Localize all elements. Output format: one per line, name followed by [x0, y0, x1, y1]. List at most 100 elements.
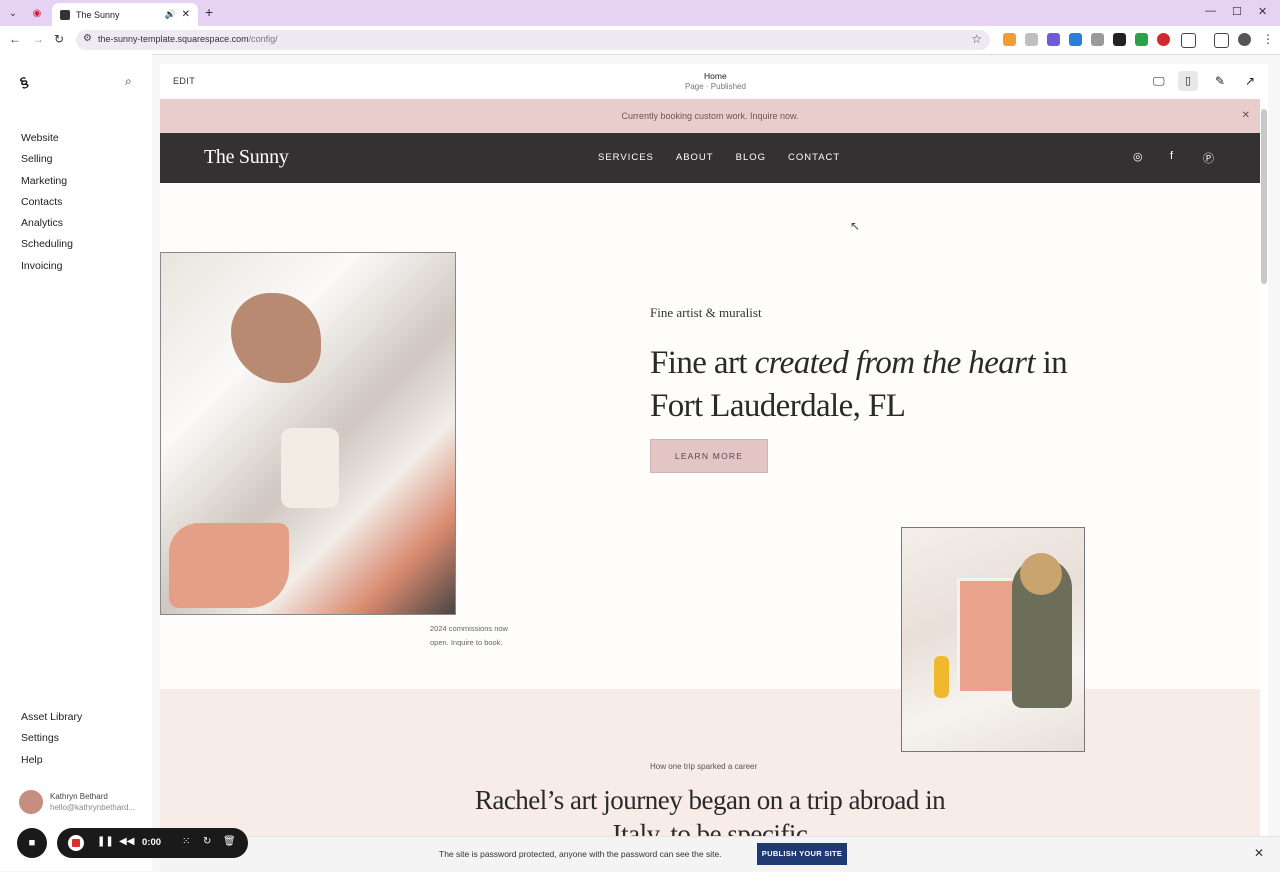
puzzle-icon[interactable] — [1181, 33, 1196, 48]
nav-item-asset-library[interactable]: Asset Library — [21, 710, 82, 731]
extension-icon[interactable] — [1003, 33, 1016, 46]
bottom-nav: Asset Library Settings Help — [21, 710, 82, 774]
announcement-text: Currently booking custom work. Inquire n… — [621, 111, 799, 121]
nav-item-settings[interactable]: Settings — [21, 731, 82, 752]
nav-item-website[interactable]: Website — [21, 131, 73, 152]
facebook-icon[interactable]: f — [1170, 150, 1173, 162]
back-icon[interactable]: ← — [9, 32, 21, 46]
nav-item-invoicing[interactable]: Invoicing — [21, 259, 73, 280]
maximize-icon[interactable]: ☐ — [1232, 5, 1242, 18]
profile-avatar-icon[interactable] — [1238, 33, 1251, 46]
password-banner: The site is password protected, anyone w… — [160, 836, 1280, 872]
hero-text-italic: created from the heart — [754, 345, 1036, 381]
grid-icon[interactable]: ⁙ — [182, 836, 190, 847]
publish-site-button[interactable]: PUBLISH YOUR SITE — [757, 843, 847, 865]
scrollbar-thumb[interactable] — [1261, 109, 1267, 284]
nav-item-selling[interactable]: Selling — [21, 152, 73, 173]
pinterest-icon[interactable]: Ⓟ — [1203, 150, 1214, 166]
site-nav: SERVICES ABOUT BLOG CONTACT — [598, 152, 862, 163]
pause-icon[interactable]: ❚❚ — [97, 836, 114, 847]
stop-recording-button[interactable] — [68, 835, 84, 851]
image-caption: 2024 commissions now open. Inquire to bo… — [430, 622, 530, 650]
recording-timer: 0:00 — [142, 837, 162, 848]
instagram-icon[interactable]: ◎ — [1133, 150, 1143, 163]
artist-painting-image[interactable] — [901, 527, 1085, 752]
tab-favicon-icon — [60, 9, 70, 20]
editor-toolbar: EDIT Home Page · Published 🖵 ▯ ✎ ↗ — [160, 64, 1268, 99]
camera-icon[interactable]: ■ — [17, 828, 47, 858]
avatar — [19, 790, 43, 814]
user-name: Kathryn Bethard — [50, 792, 108, 801]
browser-tab-bar: ⌄ ◉ The Sunny 🔊 ✕ + — ☐ ✕ — [0, 0, 1280, 26]
site-preview: Currently booking custom work. Inquire n… — [160, 99, 1260, 871]
hero-eyebrow: Fine artist & muralist — [650, 305, 762, 320]
extension-icon[interactable] — [1113, 33, 1126, 46]
page-status: Page · Published — [685, 82, 746, 91]
url-host: the-sunny-template.squarespace.com — [98, 34, 249, 44]
hero-image-painting-hands[interactable] — [160, 252, 456, 615]
caption-line: 2024 commissions now — [430, 624, 508, 633]
more-menu-icon[interactable]: ⋮ — [1262, 32, 1274, 46]
nav-item-scheduling[interactable]: Scheduling — [21, 237, 73, 258]
nav-item-contacts[interactable]: Contacts — [21, 195, 73, 216]
extension-icon[interactable] — [1047, 33, 1060, 46]
restart-icon[interactable]: ↻ — [203, 836, 211, 847]
nav-item-help[interactable]: Help — [21, 753, 82, 774]
star-icon[interactable]: ☆ — [971, 32, 982, 46]
squarespace-logo-icon[interactable]: § — [17, 73, 30, 91]
mobile-view-icon[interactable]: ▯ — [1178, 71, 1198, 91]
desktop-view-icon[interactable]: 🖵 — [1153, 74, 1165, 89]
user-email: hello@kathrynbethard... — [50, 803, 136, 812]
extension-icon[interactable] — [1069, 33, 1082, 46]
close-icon[interactable]: ✕ — [1254, 846, 1264, 860]
password-banner-text: The site is password protected, anyone w… — [439, 849, 722, 859]
record-icon[interactable]: ◉ — [28, 4, 46, 22]
chevron-down-icon[interactable]: ⌄ — [4, 4, 22, 22]
site-styles-icon[interactable]: ✎ — [1215, 74, 1225, 88]
site-nav-blog[interactable]: BLOG — [736, 152, 766, 163]
close-icon[interactable]: ✕ — [1242, 99, 1250, 133]
reload-icon[interactable]: ↻ — [54, 32, 64, 46]
hero-heading: Fine art created from the heart in Fort … — [650, 342, 1070, 428]
browser-tab[interactable]: The Sunny 🔊 ✕ — [52, 3, 198, 26]
side-panel-icon[interactable] — [1214, 33, 1229, 48]
search-icon[interactable]: ⌕ — [125, 74, 132, 89]
close-window-icon[interactable]: ✕ — [1258, 5, 1267, 18]
extension-icon[interactable] — [1025, 33, 1038, 46]
image-detail — [231, 293, 321, 383]
url-input[interactable]: ⚙ the-sunny-template.squarespace.com/con… — [76, 30, 990, 50]
site-info-icon[interactable]: ⚙ — [83, 33, 92, 44]
image-detail — [1020, 553, 1062, 595]
plus-icon[interactable]: + — [205, 4, 213, 20]
image-detail — [281, 428, 339, 508]
learn-more-button[interactable]: LEARN MORE — [650, 439, 768, 473]
minimize-icon[interactable]: — — [1205, 5, 1216, 17]
scrollbar[interactable] — [1260, 99, 1268, 871]
page-title[interactable]: Home — [704, 71, 727, 81]
rewind-icon[interactable]: ◀◀ — [119, 836, 134, 847]
pinterest-extension-icon[interactable] — [1157, 33, 1170, 46]
nav-item-analytics[interactable]: Analytics — [21, 216, 73, 237]
image-detail — [957, 578, 1018, 694]
extension-icon[interactable] — [1091, 33, 1104, 46]
open-external-icon[interactable]: ↗ — [1245, 74, 1255, 88]
extension-icon[interactable] — [1135, 33, 1148, 46]
forward-icon[interactable]: → — [32, 32, 44, 46]
edit-button[interactable]: EDIT — [173, 76, 195, 86]
squarespace-left-panel: § ⌕ Website Selling Marketing Contacts A… — [0, 54, 152, 871]
caption-line: open. Inquire to book. — [430, 638, 503, 647]
site-header: The Sunny SERVICES ABOUT BLOG CONTACT ◎ … — [160, 133, 1260, 183]
image-detail — [934, 656, 949, 698]
site-nav-contact[interactable]: CONTACT — [788, 152, 840, 163]
tab-title: The Sunny — [76, 9, 120, 20]
announcement-bar[interactable]: Currently booking custom work. Inquire n… — [160, 99, 1260, 133]
mouse-cursor-icon: ↖ — [850, 219, 861, 233]
close-icon[interactable]: ✕ — [182, 9, 190, 20]
trash-icon[interactable]: 🗑 — [223, 836, 236, 847]
section-eyebrow: How one trip sparked a career — [650, 762, 758, 771]
site-logo[interactable]: The Sunny — [204, 146, 289, 169]
nav-item-marketing[interactable]: Marketing — [21, 174, 73, 195]
speaker-icon[interactable]: 🔊 — [165, 9, 176, 20]
site-nav-services[interactable]: SERVICES — [598, 152, 654, 163]
site-nav-about[interactable]: ABOUT — [676, 152, 714, 163]
